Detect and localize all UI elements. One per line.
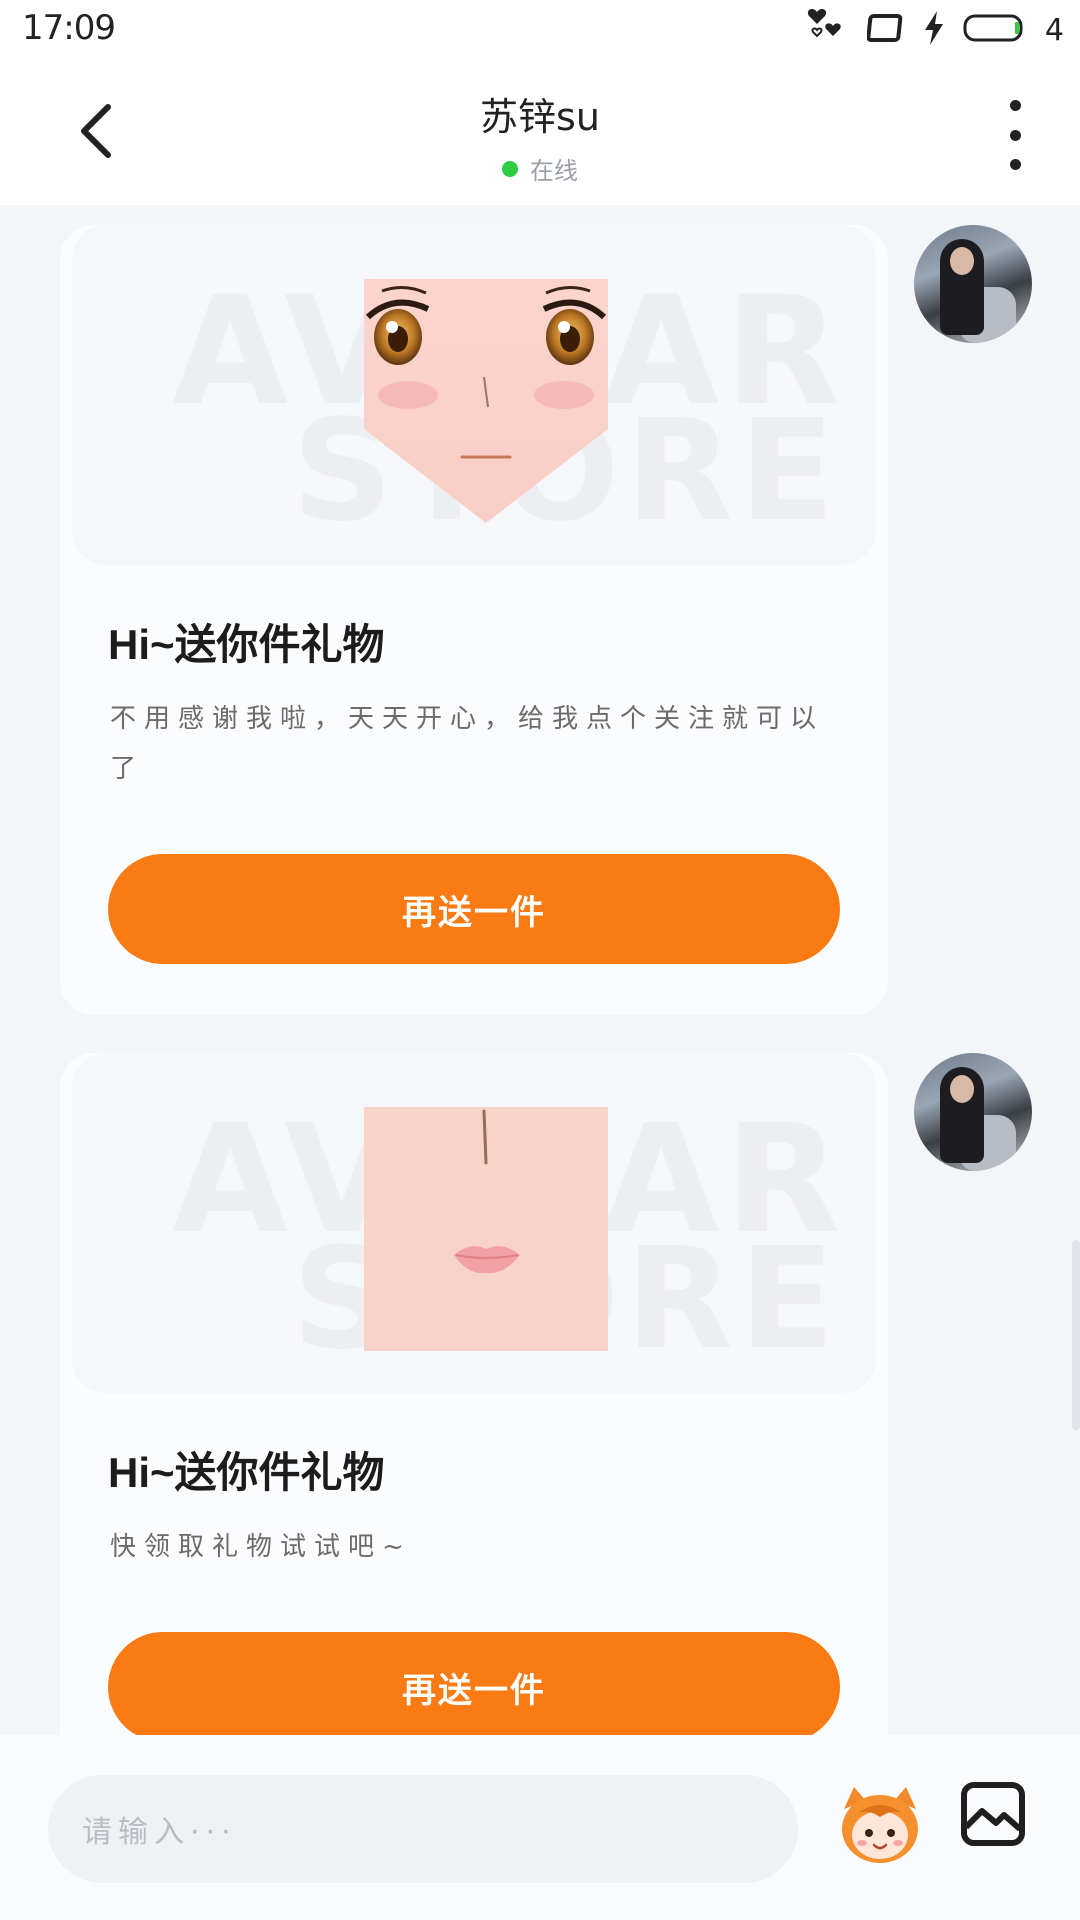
sender-avatar[interactable] bbox=[914, 225, 1032, 343]
chat-header: 苏锌su 在线 bbox=[0, 60, 1080, 205]
gift-description: 快领取礼物试试吧~ bbox=[110, 1532, 412, 1562]
more-options-button[interactable] bbox=[1000, 100, 1030, 170]
contact-name: 苏锌su bbox=[480, 95, 600, 139]
status-bar: 17:09 4 bbox=[0, 0, 1080, 60]
charging-icon bbox=[923, 11, 945, 49]
status-icons: 4 bbox=[803, 6, 1064, 54]
gift-message-card: AVATAR STORE bbox=[60, 225, 888, 1015]
avatar-face bbox=[950, 247, 974, 275]
send-another-gift-button[interactable]: 再送一件 bbox=[108, 1632, 840, 1735]
more-vertical-icon bbox=[1009, 100, 1021, 111]
online-status: 在线 bbox=[0, 151, 1080, 186]
input-bar: 请输入··· bbox=[0, 1735, 1080, 1920]
gift-preview[interactable]: AVATAR STORE bbox=[72, 225, 876, 565]
battery-level: 4 bbox=[1044, 12, 1064, 48]
avatar-face bbox=[950, 1075, 974, 1103]
gift-title: Hi~送你件礼物 bbox=[108, 621, 385, 668]
more-dot bbox=[1009, 159, 1021, 170]
anime-face-gift-image bbox=[364, 279, 608, 523]
notification-heart-icon bbox=[803, 6, 849, 54]
mascot-emoji-button[interactable] bbox=[836, 1779, 924, 1867]
lips-gift-image bbox=[364, 1107, 608, 1351]
sender-avatar[interactable] bbox=[914, 1053, 1032, 1171]
online-status-text: 在线 bbox=[530, 157, 578, 185]
image-picker-button[interactable] bbox=[960, 1781, 1026, 1847]
battery-icon bbox=[963, 12, 1027, 48]
message-input[interactable]: 请输入··· bbox=[48, 1775, 798, 1883]
online-dot bbox=[502, 160, 518, 177]
gift-title: Hi~送你件礼物 bbox=[108, 1449, 385, 1496]
image-icon bbox=[961, 1782, 1025, 1846]
send-another-gift-button[interactable]: 再送一件 bbox=[108, 854, 840, 964]
status-time: 17:09 bbox=[22, 8, 116, 48]
mascot-emoji-icon bbox=[842, 1787, 918, 1863]
contact-info: 苏锌su 在线 bbox=[0, 86, 1080, 186]
chat-screen: 17:09 4 苏锌su 在线 Hi~送你件礼物 不用感谢我啦，天天开心，给我点… bbox=[0, 0, 1080, 1920]
more-dot bbox=[1009, 129, 1021, 141]
gift-message-card: AVATAR STORE Hi~送你件礼物 快领取礼物试试吧~ 再送一件 bbox=[60, 1053, 888, 1735]
screen-icon bbox=[866, 12, 905, 48]
scrollbar[interactable] bbox=[1072, 1240, 1080, 1430]
gift-preview[interactable]: AVATAR STORE bbox=[72, 1053, 876, 1393]
message-list[interactable]: AVATAR STORE bbox=[0, 205, 1080, 1735]
gift-description: 不用感谢我啦，天天开心，给我点个关注就可以了 bbox=[110, 704, 825, 784]
